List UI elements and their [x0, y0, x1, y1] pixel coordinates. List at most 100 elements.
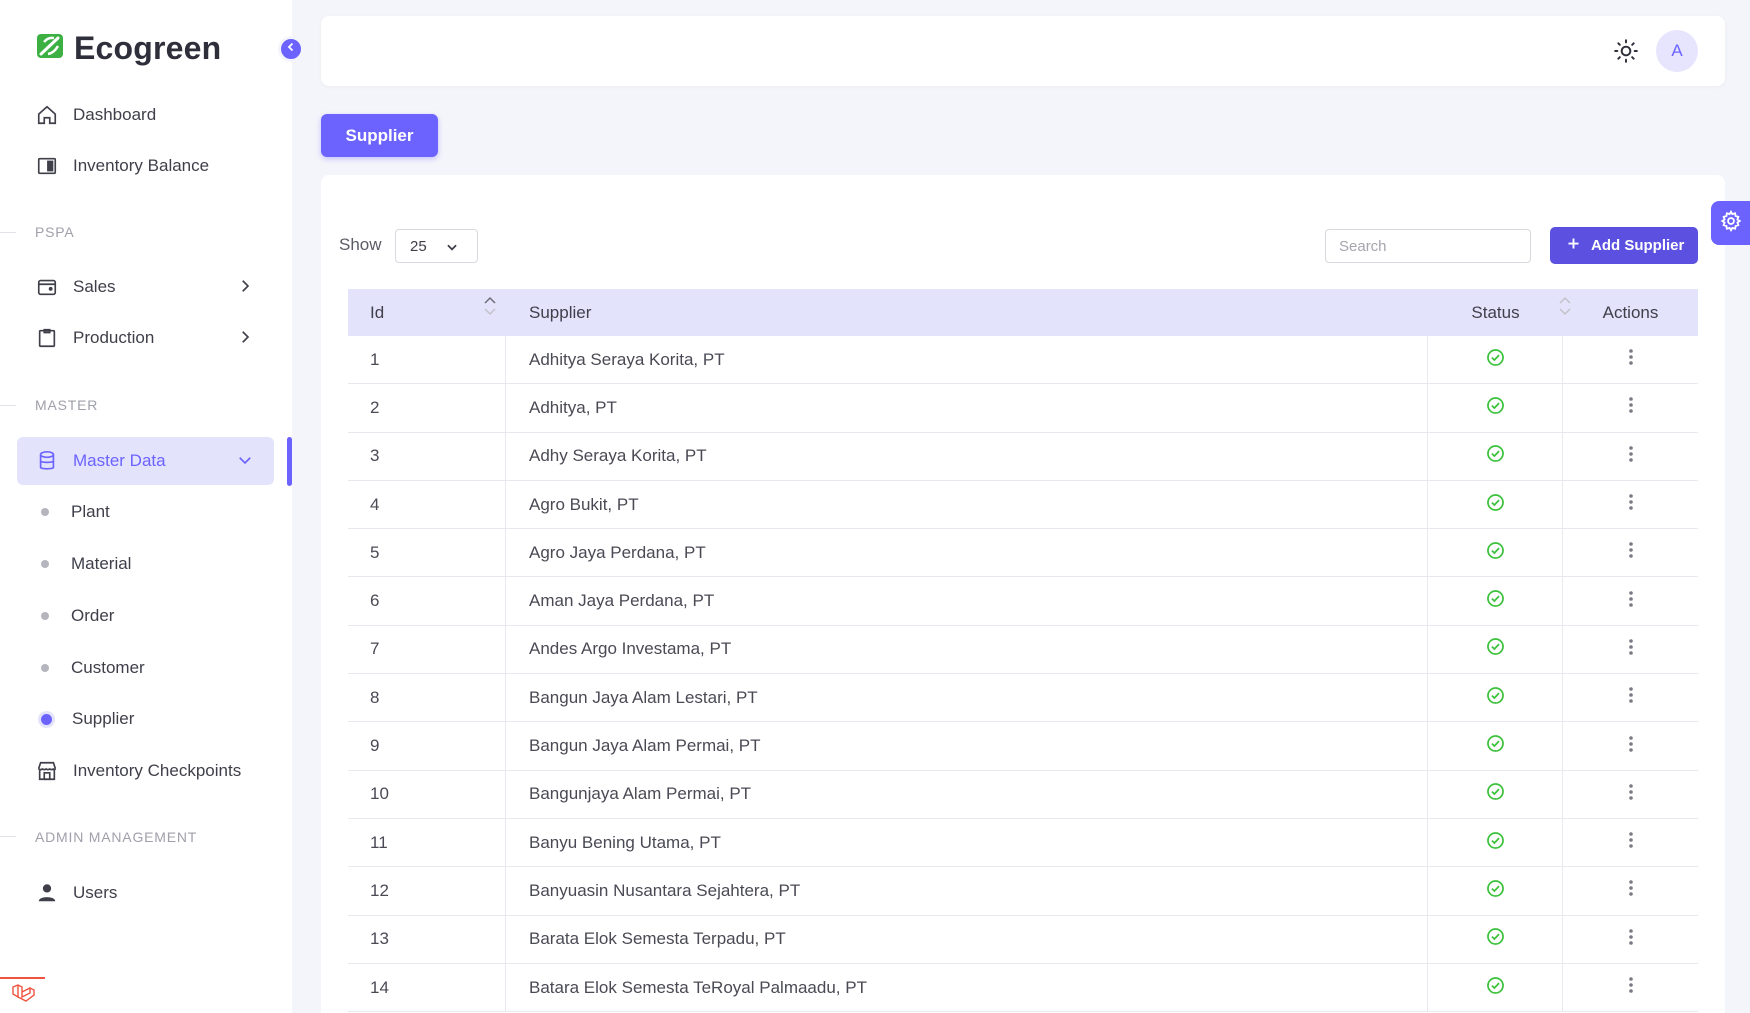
check-circle-icon: [1486, 637, 1505, 661]
more-vertical-icon[interactable]: [1628, 783, 1634, 806]
table-row[interactable]: 5 Agro Jaya Perdana, PT: [348, 529, 1698, 578]
chevron-down-icon: [445, 240, 459, 258]
more-vertical-icon[interactable]: [1628, 638, 1634, 661]
cell-status: [1428, 625, 1563, 674]
section-divider: [0, 836, 16, 837]
check-circle-icon: [1486, 686, 1505, 710]
cell-id: 3: [348, 432, 506, 480]
top-bar: A: [321, 16, 1725, 86]
section-divider: [0, 405, 16, 406]
more-vertical-icon[interactable]: [1628, 445, 1634, 468]
add-supplier-button[interactable]: Add Supplier: [1550, 227, 1698, 264]
cell-id: 14: [348, 963, 506, 1012]
cell-status: [1428, 818, 1563, 867]
cell-status: [1428, 770, 1563, 818]
bullet-icon: [41, 664, 49, 672]
table-row[interactable]: 1 Adhitya Seraya Korita, PT: [348, 336, 1698, 385]
sidebar-item-inventory-balance[interactable]: Inventory Balance: [17, 142, 274, 190]
column-header-id[interactable]: Id: [348, 289, 506, 336]
cell-id: 5: [348, 529, 506, 577]
cell-supplier: Agro Bukit, PT: [506, 480, 1428, 529]
cell-id: 12: [348, 867, 506, 915]
table-row[interactable]: 4 Agro Bukit, PT: [348, 480, 1698, 530]
cell-actions: [1563, 674, 1698, 721]
more-vertical-icon[interactable]: [1628, 686, 1634, 709]
sidebar-item-customer[interactable]: Customer: [17, 646, 274, 690]
more-vertical-icon[interactable]: [1628, 348, 1634, 371]
sidebar-item-master-data[interactable]: Master Data: [17, 437, 274, 485]
supplier-card: Show 25 Add Supplier Id Supplier: [321, 175, 1725, 1013]
tab-supplier[interactable]: Supplier: [321, 114, 438, 157]
table-row[interactable]: 7 Andes Argo Investama, PT: [348, 625, 1698, 675]
settings-button[interactable]: [1711, 201, 1750, 245]
theme-toggle-sun-icon[interactable]: [1613, 38, 1639, 69]
check-circle-icon: [1486, 831, 1505, 855]
more-vertical-icon[interactable]: [1628, 831, 1634, 854]
table-row[interactable]: 13 Barata Elok Semesta Terpadu, PT: [348, 915, 1698, 964]
user-avatar[interactable]: A: [1656, 30, 1698, 72]
more-vertical-icon[interactable]: [1628, 976, 1634, 999]
column-header-status: Status: [1471, 302, 1520, 322]
sidebar-item-sales[interactable]: Sales: [17, 263, 274, 311]
cell-actions: [1563, 916, 1698, 963]
collapse-sidebar-button[interactable]: [278, 36, 304, 62]
table-row[interactable]: 10 Bangunjaya Alam Permai, PT: [348, 770, 1698, 819]
check-circle-icon: [1486, 444, 1505, 468]
sidebar-item-plant[interactable]: Plant: [17, 490, 274, 534]
cell-actions: [1563, 529, 1698, 576]
search-input[interactable]: [1325, 229, 1531, 263]
cell-id: 11: [348, 818, 506, 867]
cell-actions: [1563, 964, 1698, 1011]
database-icon: [35, 449, 59, 473]
bullet-icon: [41, 560, 49, 568]
column-header-supplier[interactable]: Supplier: [506, 289, 1571, 336]
panel-icon: [35, 154, 59, 178]
plus-icon: [1566, 236, 1581, 255]
table-row[interactable]: 3 Adhy Seraya Korita, PT: [348, 432, 1698, 481]
table-row[interactable]: 6 Aman Jaya Perdana, PT: [348, 577, 1698, 626]
wallet-icon: [35, 275, 59, 299]
cell-actions: [1563, 433, 1698, 480]
sidebar-item-users[interactable]: Users: [17, 869, 274, 917]
table-row[interactable]: 14 Batara Elok Semesta TeRoyal Palmaadu, …: [348, 963, 1698, 1013]
sidebar-item-label: Plant: [71, 502, 110, 521]
sidebar-item-inventory-checkpoints[interactable]: Inventory Checkpoints: [17, 747, 274, 795]
more-vertical-icon[interactable]: [1628, 735, 1634, 758]
more-vertical-icon[interactable]: [1628, 590, 1634, 613]
cell-actions: [1563, 384, 1698, 431]
cell-actions: [1563, 771, 1698, 818]
logo[interactable]: Ecogreen: [36, 30, 221, 67]
more-vertical-icon[interactable]: [1628, 541, 1634, 564]
sidebar-item-label: Inventory Balance: [73, 156, 210, 175]
laravel-debug-tab[interactable]: [0, 977, 45, 1013]
cell-supplier: Banyuasin Nusantara Sejahtera, PT: [506, 867, 1428, 915]
supplier-table: Id Supplier Status Actions 1 Adhitya Sera…: [348, 289, 1698, 1013]
check-circle-icon: [1486, 396, 1505, 420]
cell-supplier: Bangunjaya Alam Permai, PT: [506, 770, 1428, 818]
table-row[interactable]: 2 Adhitya, PT: [348, 384, 1698, 433]
chevron-left-icon: [285, 40, 297, 58]
table-row[interactable]: 9 Bangun Jaya Alam Permai, PT: [348, 722, 1698, 771]
table-body: 1 Adhitya Seraya Korita, PT 2 Adhitya, PT 3 A…: [348, 336, 1698, 1013]
cell-status: [1428, 432, 1563, 480]
table-row[interactable]: 12 Banyuasin Nusantara Sejahtera, PT: [348, 867, 1698, 916]
sidebar-item-label: Customer: [71, 658, 145, 677]
more-vertical-icon[interactable]: [1628, 396, 1634, 419]
sort-icon[interactable]: [484, 296, 496, 316]
cell-id: 8: [348, 674, 506, 722]
more-vertical-icon[interactable]: [1628, 928, 1634, 951]
page-size-select[interactable]: 25: [395, 229, 478, 263]
cell-supplier: Adhitya Seraya Korita, PT: [506, 336, 1428, 384]
sidebar-item-material[interactable]: Material: [17, 542, 274, 586]
sidebar-item-production[interactable]: Production: [17, 314, 274, 362]
sidebar-item-order[interactable]: Order: [17, 594, 274, 638]
column-header-actions: Actions: [1602, 302, 1659, 322]
table-row[interactable]: 8 Bangun Jaya Alam Lestari, PT: [348, 674, 1698, 723]
more-vertical-icon[interactable]: [1628, 879, 1634, 902]
leaf-logo-icon: [36, 32, 64, 65]
sidebar-item-supplier[interactable]: Supplier: [17, 697, 274, 741]
table-row[interactable]: 11 Banyu Bening Utama, PT: [348, 818, 1698, 868]
sidebar-item-dashboard[interactable]: Dashboard: [17, 91, 274, 139]
more-vertical-icon[interactable]: [1628, 493, 1634, 516]
cell-actions: [1563, 626, 1698, 673]
